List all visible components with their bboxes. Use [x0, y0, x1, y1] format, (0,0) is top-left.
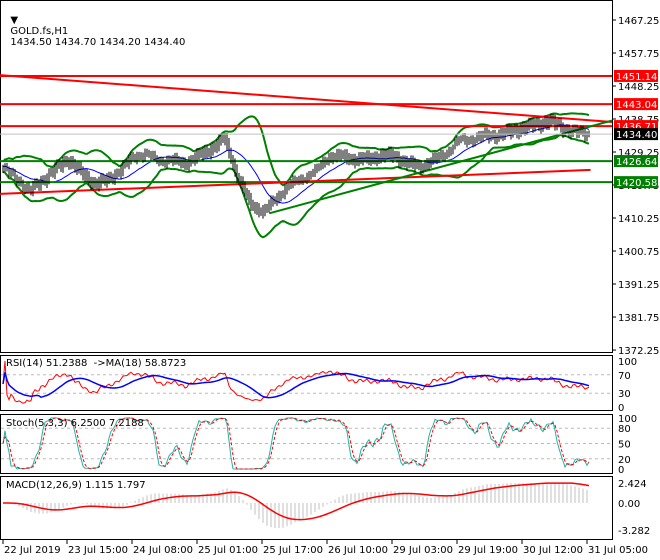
price-tick-label: 1391.25 — [618, 280, 659, 291]
level-price-label: 1426.64 — [616, 157, 657, 168]
price-tick-label: 1467.25 — [618, 16, 659, 27]
time-label: 26 Jul 10:00 — [328, 545, 388, 556]
time-label: 25 Jul 17:00 — [263, 545, 323, 556]
macd-tick-label: 0.00 — [618, 499, 640, 510]
price-tick-label: 1410.25 — [618, 214, 659, 225]
symbol-header: ▼ GOLD.fs,H1 1434.50 1434.70 1434.20 143… — [4, 4, 185, 48]
macd-tick-label: 2.424 — [618, 479, 647, 490]
chart-canvas[interactable]: 1467.251457.751448.251438.751429.251419.… — [0, 0, 660, 560]
rsi-tick-label: 0 — [618, 403, 624, 414]
rsi-tick-label: 70 — [618, 371, 631, 382]
current-price-label: 1434.40 — [616, 130, 657, 141]
chart-window[interactable]: 1467.251457.751448.251438.751429.251419.… — [0, 0, 660, 560]
stoch-tick-label: 50 — [618, 440, 631, 451]
price-tick-label: 1457.75 — [618, 49, 659, 60]
level-price-label: 1443.04 — [616, 100, 657, 111]
time-label: 29 Jul 19:00 — [458, 545, 518, 556]
stoch-label: Stoch(5,3,3) 6.2500 7.2188 — [6, 418, 144, 429]
time-label: 30 Jul 12:00 — [523, 545, 583, 556]
dropdown-triangle-icon[interactable]: ▼ — [10, 15, 18, 26]
rsi-label: RSI(14) 51.2388 ->MA(18) 58.8723 — [6, 358, 187, 369]
time-label: 24 Jul 08:00 — [133, 545, 193, 556]
rsi-ma-line — [2, 372, 590, 399]
level-price-label: 1420.58 — [616, 178, 657, 189]
price-tick-label: 1400.75 — [618, 247, 659, 258]
time-label: 22 Jul 2019 — [4, 545, 61, 556]
time-label: 29 Jul 03:00 — [393, 545, 453, 556]
price-tick-label: 1448.25 — [618, 82, 659, 93]
macd-label: MACD(12,26,9) 1.115 1.797 — [6, 480, 146, 491]
price-tick-label: 1381.75 — [618, 313, 659, 324]
time-label: 25 Jul 01:00 — [198, 545, 258, 556]
rsi-tick-label: 30 — [618, 389, 631, 400]
trend-line — [0, 74, 613, 123]
symbol-label: GOLD.fs,H1 — [10, 26, 69, 37]
time-label: 23 Jul 15:00 — [68, 545, 128, 556]
price-tick-label: 1372.25 — [618, 346, 659, 357]
level-price-label: 1451.14 — [616, 72, 657, 83]
time-label: 31 Jul 05:00 — [588, 545, 648, 556]
ohlc-values: 1434.50 1434.70 1434.20 1434.40 — [10, 37, 186, 48]
stoch-tick-label: 0 — [618, 465, 624, 476]
macd-tick-label: -3.282 — [618, 526, 650, 537]
rsi-tick-label: 100 — [618, 357, 637, 368]
stoch-tick-label: 80 — [618, 424, 631, 435]
